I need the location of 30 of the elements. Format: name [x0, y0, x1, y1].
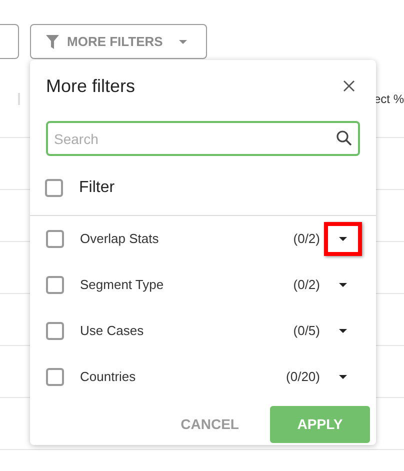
caret-down-icon	[339, 329, 347, 333]
filter-count: (0/2)	[293, 230, 320, 248]
apply-button[interactable]: APPLY	[270, 406, 370, 443]
filter-label: Segment Type	[80, 276, 165, 294]
close-button[interactable]	[342, 79, 356, 93]
close-icon	[343, 80, 355, 92]
filter-count: (0/2)	[293, 276, 320, 294]
filter-count: (0/5)	[293, 322, 320, 340]
caret-down-icon	[178, 40, 187, 44]
filter-label: Filter	[79, 178, 115, 198]
caret-down-icon	[339, 237, 347, 241]
more-filters-button[interactable]: MORE FILTERS	[30, 24, 207, 59]
checkbox[interactable]	[46, 368, 64, 386]
checkbox[interactable]	[46, 322, 64, 340]
toolbar-button[interactable]	[0, 24, 19, 59]
expand-button[interactable]	[324, 222, 362, 256]
filter-count: (0/20)	[286, 368, 320, 386]
checkbox[interactable]	[46, 276, 64, 294]
filter-label: Overlap Stats	[80, 230, 160, 248]
cancel-button[interactable]: CANCEL	[180, 414, 239, 435]
filter-icon	[46, 34, 59, 48]
filter-label: Countries	[80, 368, 137, 386]
search-field[interactable]: Search	[46, 121, 360, 156]
filter-label: Use Cases	[80, 322, 145, 340]
checkbox[interactable]	[45, 178, 63, 196]
popup-title: More filters	[46, 74, 136, 98]
caret-down-icon	[339, 375, 347, 379]
search-icon	[336, 130, 352, 146]
checkbox[interactable]	[46, 230, 64, 248]
caret-down-icon	[339, 283, 347, 287]
